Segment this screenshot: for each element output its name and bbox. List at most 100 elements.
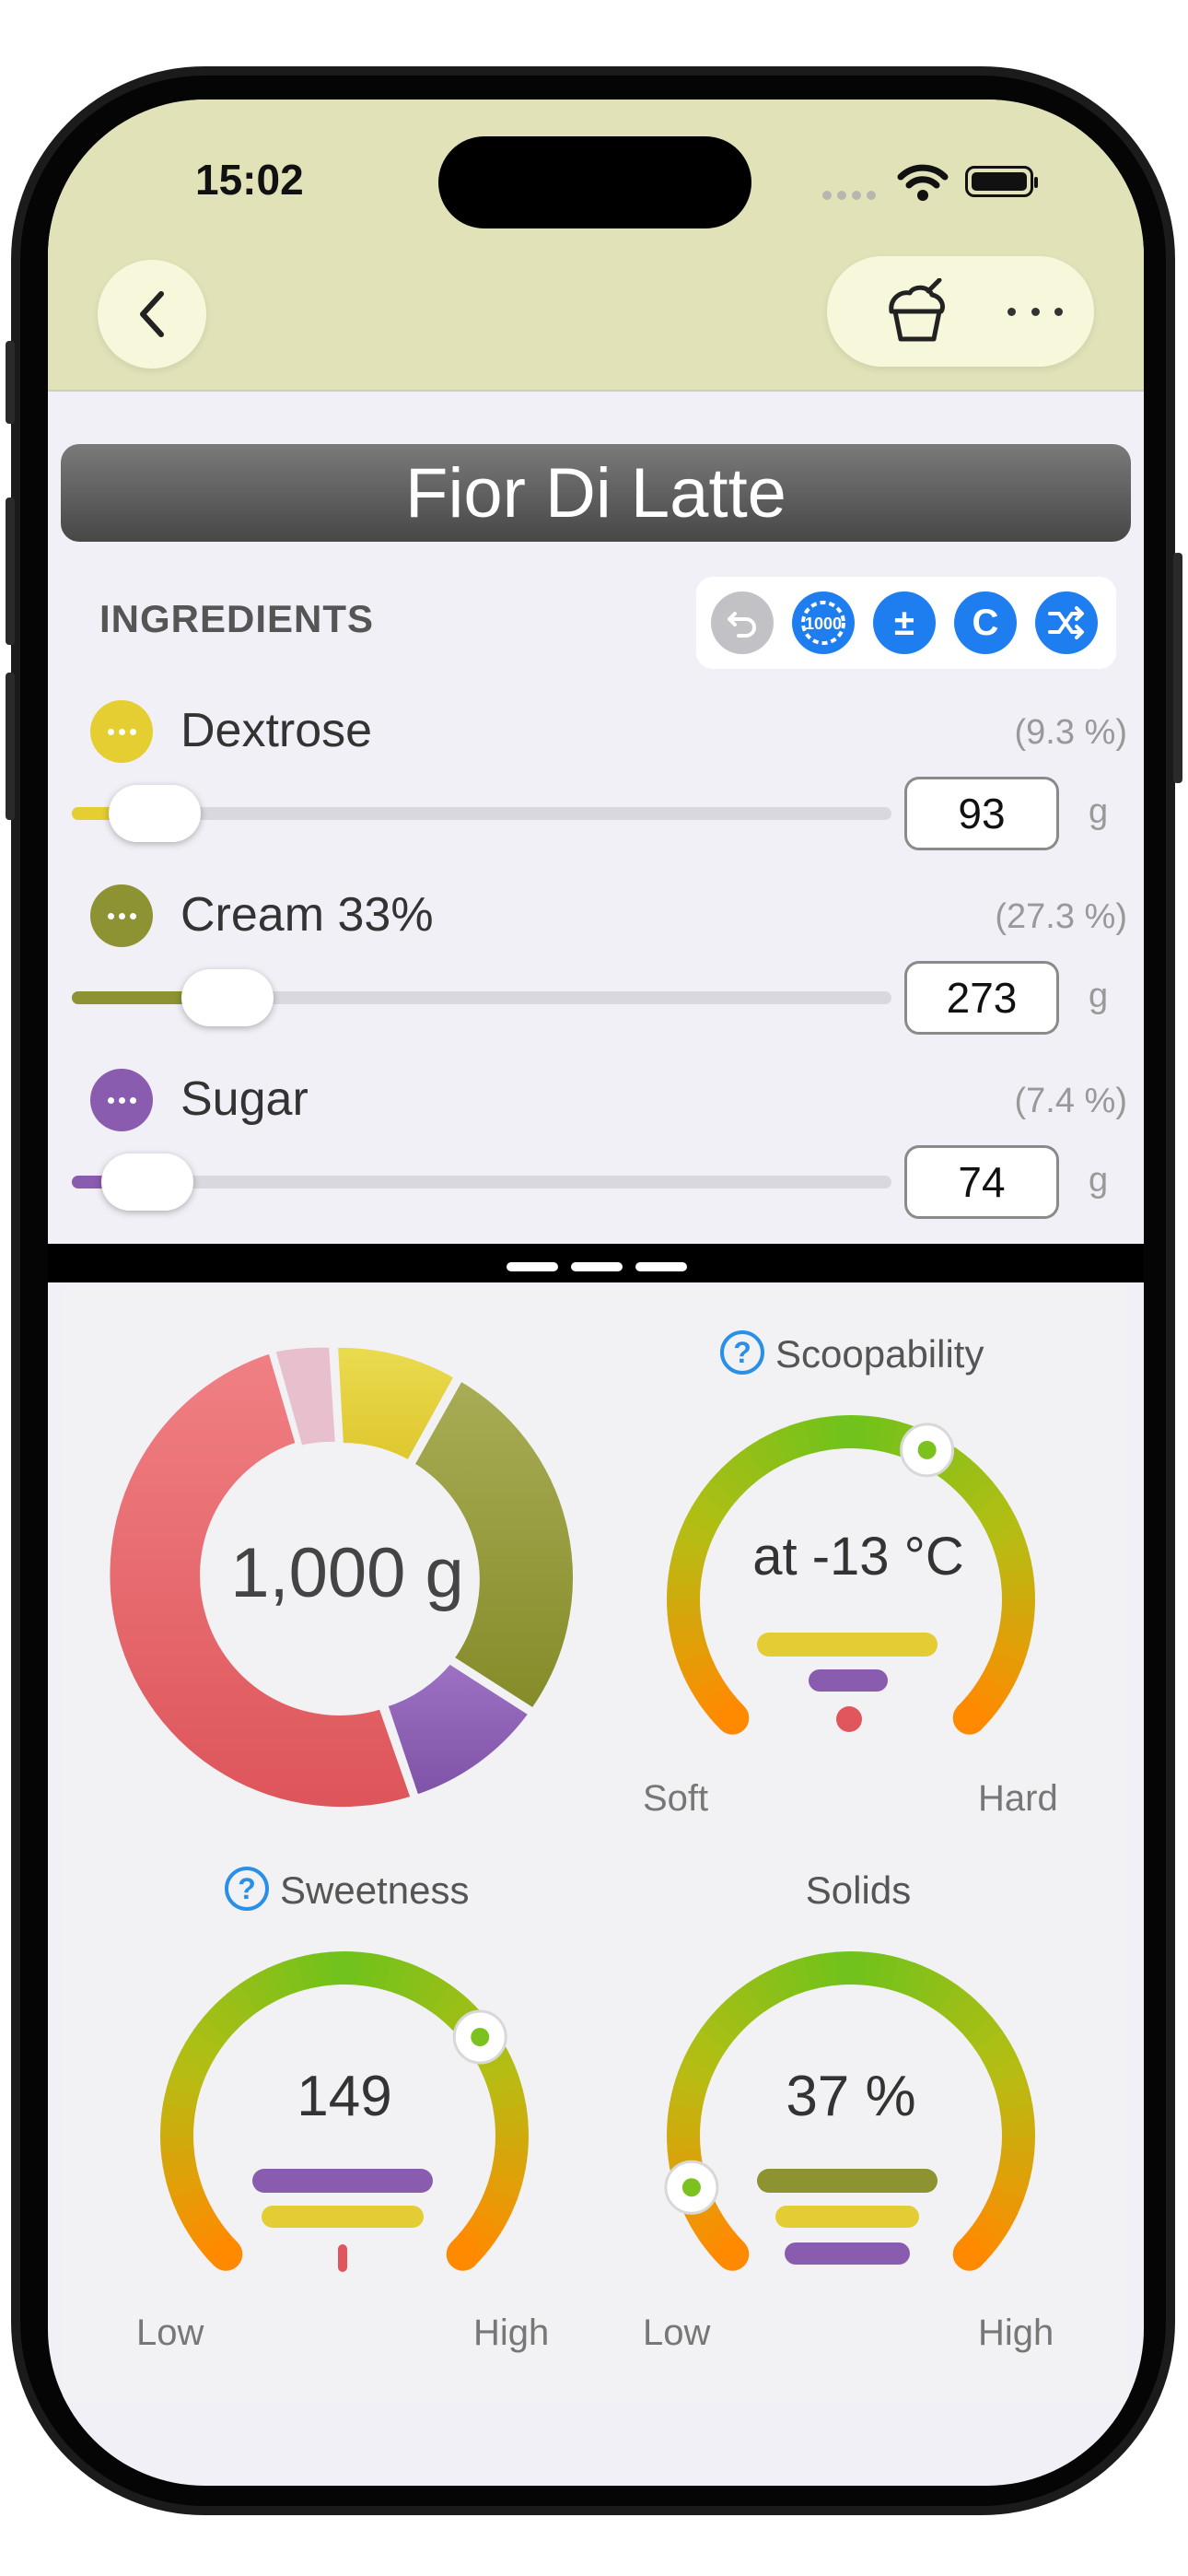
gauge-arc-segment	[709, 1468, 746, 1503]
gauge-indicator-dot	[681, 2178, 701, 2197]
undo-button[interactable]	[711, 591, 774, 654]
scoopability-help-icon[interactable]: ?	[720, 1330, 764, 1375]
ingredient-menu-icon[interactable]	[90, 884, 153, 947]
gauge-arc-segment	[691, 2028, 728, 2061]
sweetness-high-label: High	[473, 2313, 550, 2353]
scale-1000-label: 1000	[805, 615, 842, 633]
gauge-arc-segment	[999, 2103, 1035, 2125]
gauge-arc-segment	[683, 2042, 721, 2072]
ingredient-slider-track[interactable]	[72, 1176, 891, 1188]
gauge-arc-segment	[669, 1623, 705, 1647]
plus-minus-button[interactable]: ±	[873, 591, 936, 654]
gauge-arc-segment	[370, 1954, 394, 1991]
gauge-arc-segment	[993, 2072, 1030, 2099]
solids-high-label: High	[978, 2313, 1054, 2353]
gauge-arc-segment	[160, 2147, 196, 2168]
ingredient-grams-input[interactable]: 93	[904, 777, 1059, 850]
ingredient-tools: 1000 ± C	[696, 577, 1116, 669]
ice-cream-cup-icon[interactable]	[882, 278, 952, 345]
ingredient-name: Sugar	[181, 1072, 309, 1126]
divider-grabber[interactable]	[635, 1262, 687, 1271]
sweet-bar-yellow	[262, 2206, 424, 2228]
gauge-arc-cap	[952, 2237, 986, 2271]
scale-1000-icon: 1000	[801, 601, 845, 645]
gauge-arc-segment	[819, 1415, 840, 1451]
ingredient-menu-icon[interactable]	[90, 1069, 153, 1131]
back-button[interactable]	[98, 260, 206, 369]
more-icon[interactable]	[1007, 300, 1063, 322]
sweetness-help-icon[interactable]: ?	[225, 1867, 269, 1911]
toolbar-actions	[827, 256, 1094, 367]
gauge-arc-segment	[682, 1661, 721, 1692]
gauge-arc-segment	[162, 2160, 199, 2184]
gauge-arc-segment	[226, 1983, 260, 2020]
ingredient-grams-input[interactable]: 74	[904, 1145, 1059, 1219]
wifi-icon	[897, 164, 949, 201]
ingredient-slider-knob[interactable]	[101, 1153, 194, 1211]
gauge-arc-segment	[957, 1469, 994, 1505]
sweetness-gauge[interactable]	[133, 1924, 556, 2348]
gauge-arc-segment	[408, 1968, 438, 2006]
gauge-arc-segment	[170, 2185, 208, 2214]
gauge-arc-segment	[709, 2004, 746, 2039]
gauge-arc-segment	[720, 1993, 756, 2030]
gauge-arc-segment	[474, 2199, 512, 2230]
sweetness-value: 149	[297, 2065, 392, 2128]
gauge-arc-segment	[720, 1457, 756, 1493]
gauge-arc-segment	[877, 1954, 901, 1991]
ingredient-menu-icon[interactable]	[90, 700, 153, 763]
gauge-arc-segment	[239, 1974, 271, 2012]
gauge-arc-segment	[937, 1985, 972, 2021]
power-button	[1173, 553, 1182, 783]
solids-bar-yellow	[775, 2206, 919, 2228]
total-weight: 1,000 g	[230, 1534, 464, 1612]
divider-grabber[interactable]	[571, 1262, 623, 1271]
scale-1000-button[interactable]: 1000	[792, 591, 855, 654]
ingredient-grams-input[interactable]: 273	[904, 961, 1059, 1035]
ingredient-unit: g	[1089, 977, 1109, 1015]
scoopability-gauge[interactable]	[639, 1388, 1063, 1811]
gauge-arc-segment	[877, 1418, 901, 1455]
gauge-arc-segment	[328, 1951, 347, 1985]
gauge-arc-segment	[834, 1951, 854, 1985]
gauge-arc-segment	[890, 1957, 916, 1995]
gauge-arc-segment	[803, 1417, 827, 1454]
gauge-arc-segment	[383, 1957, 410, 1995]
gauge-arc-segment	[698, 1684, 736, 1718]
solids-gauge[interactable]	[639, 1924, 1063, 2348]
gauge-arc-segment	[184, 2028, 222, 2061]
gauge-arc-segment	[966, 2017, 1004, 2051]
gauge-arc-segment	[667, 2117, 701, 2137]
gauge-arc-segment	[176, 2197, 215, 2228]
ingredient-slider-knob[interactable]	[109, 785, 202, 842]
scoopability-high-label: Hard	[978, 1778, 1058, 1819]
scoop-bar-yellow	[757, 1633, 938, 1657]
recipe-title-bar[interactable]: Fior Di Latte	[61, 444, 1131, 542]
ingredient-slider-knob[interactable]	[181, 969, 274, 1026]
shuffle-button[interactable]	[1035, 591, 1098, 654]
c-button[interactable]: C	[954, 591, 1017, 654]
gauge-arc-segment	[430, 1985, 465, 2021]
dynamic-island	[438, 136, 751, 228]
gauge-arc-segment	[996, 2088, 1033, 2112]
gauge-arc-segment	[999, 1612, 1035, 1633]
gauge-arc-segment	[281, 1957, 308, 1994]
gauge-arc-segment	[670, 2086, 706, 2110]
gauge-arc-segment	[177, 2042, 215, 2072]
gauge-arc-segment	[759, 1431, 789, 1469]
gauge-arc-segment	[678, 2055, 716, 2085]
divider-grabber[interactable]	[507, 1262, 558, 1271]
gauge-arc-segment	[864, 1951, 885, 1987]
scoopability-value: at -13 °C	[752, 1527, 964, 1587]
gauge-arc-segment	[850, 1415, 869, 1449]
scoopability-low-label: Soft	[643, 1778, 709, 1819]
gauge-arc-segment	[171, 2055, 209, 2085]
ingredient-percent: (27.3 %)	[995, 897, 1127, 936]
gauge-arc-segment	[773, 1961, 801, 1999]
gauge-arc-segment	[973, 1674, 1011, 1707]
gauge-arc-cap	[716, 2237, 750, 2271]
recipe-title: Fior Di Latte	[405, 453, 786, 533]
gauge-arc-segment	[193, 2015, 230, 2050]
gauge-arc-segment	[485, 2174, 523, 2201]
gauge-arc-segment	[667, 1610, 703, 1632]
